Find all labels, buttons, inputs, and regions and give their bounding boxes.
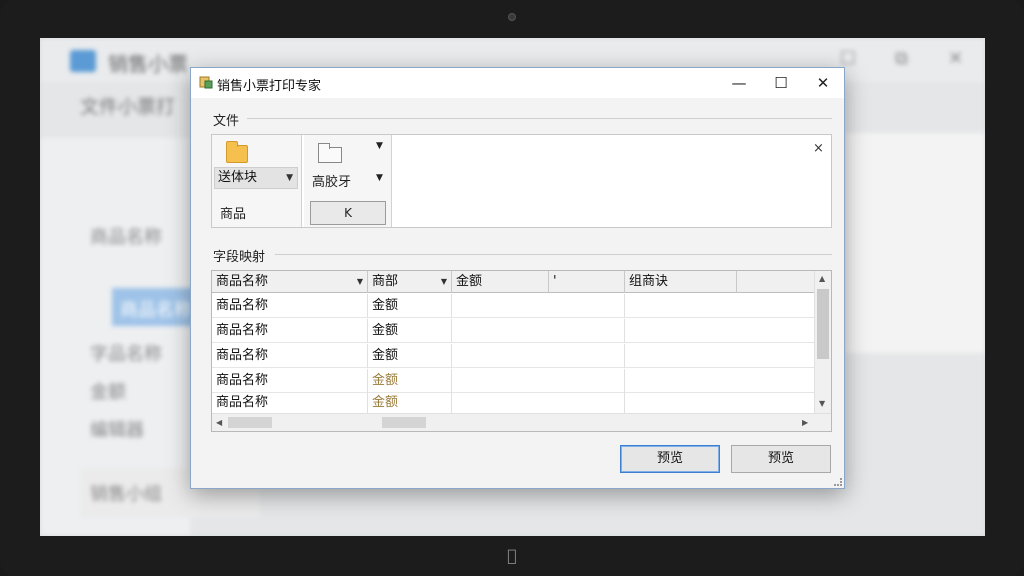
chevron-down-icon: ▼ <box>286 173 293 183</box>
close-icon[interactable]: × <box>813 141 824 156</box>
background-close-icon: ✕ <box>948 48 964 69</box>
table-row[interactable]: 商品名称 金额 <box>212 369 814 393</box>
background-panel <box>845 133 985 353</box>
background-side-item: 商品名称 <box>90 227 162 248</box>
table-cell[interactable]: 商品名称 <box>212 391 368 415</box>
file-area: 送体块 ▼ 商品 ▼ 高胶牙 ▼ K × <box>211 134 832 228</box>
table-cell[interactable]: 商品名称 <box>212 344 368 368</box>
chevron-down-icon[interactable]: ▼ <box>357 271 363 292</box>
column-header[interactable]: ' <box>549 271 625 293</box>
column-header-label: 商部 <box>372 274 399 289</box>
close-button[interactable]: ✕ <box>802 68 844 98</box>
resize-grip-icon[interactable] <box>834 478 842 486</box>
browse-button[interactable]: K <box>310 201 386 225</box>
column-header[interactable] <box>737 271 814 293</box>
column-header-label: ' <box>553 274 557 289</box>
file-section-label: 文件 <box>213 114 240 129</box>
table-cell[interactable]: 商品名称 <box>212 369 368 393</box>
file-combo-2-value[interactable]: 高胶牙 <box>312 171 351 190</box>
preview-button[interactable]: 预览 <box>620 445 720 473</box>
horizontal-scrollbar[interactable]: ◀ ▶ <box>212 413 831 431</box>
background-app-icon <box>70 50 96 72</box>
column-header-label: 组商诀 <box>629 274 669 289</box>
scroll-down-icon[interactable]: ▼ <box>819 399 825 408</box>
vertical-scrollbar[interactable]: ▲ ▼ <box>814 271 831 413</box>
chevron-down-icon[interactable]: ▼ <box>376 173 383 183</box>
file-combo-1-value: 送体块 <box>218 170 258 185</box>
mapping-section-divider <box>275 254 832 255</box>
background-title: 销售小票 <box>108 52 188 76</box>
preview-button-secondary[interactable]: 预览 <box>731 445 831 473</box>
table-cell[interactable]: 金额 <box>368 391 452 415</box>
background-restore-icon: ⧉ <box>895 48 908 69</box>
file-card-2[interactable]: ▼ 高胶牙 ▼ K <box>304 135 392 227</box>
scroll-right-icon[interactable]: ▶ <box>802 418 808 427</box>
table-cell[interactable]: 金额 <box>368 344 452 368</box>
background-chip-label: 销售小组 <box>90 484 162 505</box>
apple-logo-icon:  <box>503 546 521 566</box>
dialog-title: 销售小票打印专家 <box>217 79 322 94</box>
file-card-1[interactable]: 送体块 ▼ 商品 <box>212 135 302 227</box>
maximize-button[interactable]: ☐ <box>760 68 802 98</box>
column-header-label: 金额 <box>456 274 483 289</box>
column-header[interactable]: 商部 ▼ <box>368 271 452 293</box>
minimize-button[interactable]: — <box>718 68 760 98</box>
grid-header: 商品名称 ▼ 商部 ▼ 金额 ' 组商诀 <box>212 271 814 293</box>
table-cell[interactable]: 金额 <box>368 294 452 318</box>
folder-icon <box>226 141 248 163</box>
table-cell[interactable] <box>625 391 814 415</box>
background-subtitle: 文件小票打 <box>80 96 176 118</box>
table-row[interactable]: 商品名称 金额 <box>212 319 814 343</box>
table-cell[interactable] <box>452 369 625 393</box>
background-minimize-icon: ☐ <box>840 48 857 69</box>
scroll-left-icon[interactable]: ◀ <box>216 418 222 427</box>
table-cell[interactable]: 商品名称 <box>212 319 368 343</box>
folder-outline-icon <box>318 143 342 163</box>
table-row[interactable]: 商品名称 金额 <box>212 391 814 415</box>
table-cell[interactable]: 商品名称 <box>212 294 368 318</box>
table-cell[interactable] <box>452 319 625 343</box>
table-cell[interactable] <box>452 344 625 368</box>
background-side-item: 金额 <box>90 382 126 403</box>
table-cell[interactable] <box>625 294 814 318</box>
app-icon <box>199 76 213 89</box>
vertical-scroll-thumb[interactable] <box>817 289 829 359</box>
table-row[interactable]: 商品名称 金额 <box>212 294 814 318</box>
background-side-item: 商品名称 <box>120 300 192 321</box>
table-cell[interactable]: 金额 <box>368 369 452 393</box>
camera-icon <box>508 13 516 21</box>
table-cell[interactable] <box>625 344 814 368</box>
background-side-item: 字品名称 <box>90 344 162 365</box>
horizontal-scroll-thumb[interactable] <box>228 417 272 428</box>
file-card-1-label: 商品 <box>220 207 247 222</box>
horizontal-scroll-thumb[interactable] <box>382 417 426 428</box>
table-cell[interactable] <box>452 294 625 318</box>
field-mapping-grid[interactable]: 商品名称 ▼ 商部 ▼ 金额 ' 组商诀 商品名称 金额 商品名称 金额 商品名… <box>211 270 832 432</box>
scroll-up-icon[interactable]: ▲ <box>819 274 825 283</box>
column-header[interactable]: 金额 <box>452 271 549 293</box>
file-combo-1[interactable]: 送体块 ▼ <box>214 167 298 189</box>
table-cell[interactable] <box>625 369 814 393</box>
file-section-divider <box>247 118 832 119</box>
column-header[interactable]: 商品名称 ▼ <box>212 271 368 293</box>
mapping-section-label: 字段映射 <box>213 250 266 265</box>
column-header-label: 商品名称 <box>216 274 269 289</box>
background-side-item: 编辑器 <box>90 420 144 441</box>
column-header[interactable]: 组商诀 <box>625 271 737 293</box>
chevron-down-icon[interactable]: ▼ <box>441 271 447 292</box>
receipt-print-dialog: 销售小票打印专家 — ☐ ✕ 文件 送体块 ▼ 商品 ▼ 高胶牙 ▼ K × 字… <box>190 67 845 489</box>
chevron-down-icon[interactable]: ▼ <box>376 141 383 151</box>
table-cell[interactable]: 金额 <box>368 319 452 343</box>
dialog-titlebar[interactable]: 销售小票打印专家 — ☐ ✕ <box>191 68 844 98</box>
table-cell[interactable] <box>452 391 625 415</box>
table-row[interactable]: 商品名称 金额 <box>212 344 814 368</box>
table-cell[interactable] <box>625 319 814 343</box>
